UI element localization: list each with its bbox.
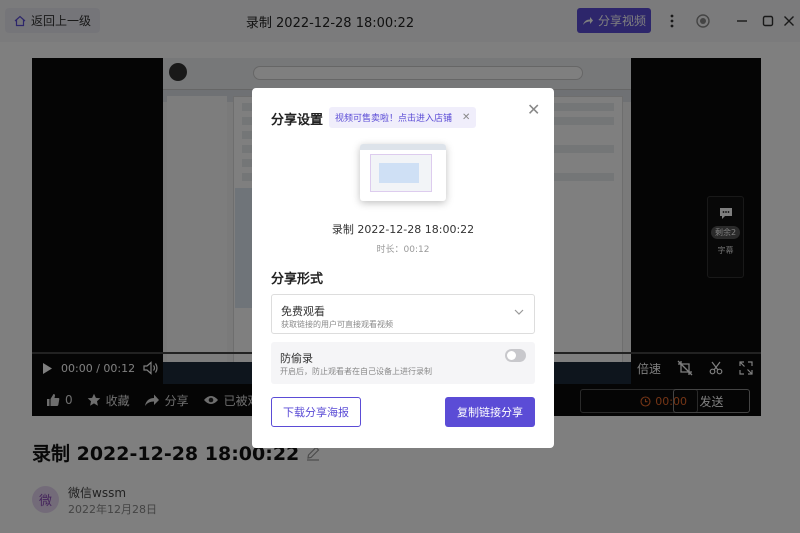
share-form-title: 分享形式 (271, 272, 324, 287)
video-thumbnail (360, 144, 446, 201)
download-poster-button[interactable]: 下载分享海报 (271, 397, 361, 427)
share-mode-select[interactable]: 免费观看 获取链接的用户可直接观看视频 (271, 294, 535, 334)
anti-record-label: 防偷录 (280, 352, 313, 365)
promo-text[interactable]: 视频可售卖啦！点击进入店铺 (335, 111, 452, 124)
dialog-title: 分享设置 (271, 113, 324, 128)
chevron-down-icon (514, 309, 524, 315)
duration: 时长：00:12 (376, 245, 430, 255)
promo-banner[interactable]: 视频可售卖啦！点击进入店铺 ✕ (329, 107, 477, 128)
share-mode-desc: 获取链接的用户可直接观看视频 (281, 320, 393, 329)
anti-record-desc: 开启后，防止观看者在自己设备上进行录制 (280, 367, 432, 376)
recording-name: 录制 2022-12-28 18:00:22 (331, 223, 475, 236)
share-settings-dialog: 分享设置 视频可售卖啦！点击进入店铺 ✕ ✕ 录制 2022-12-28 18:… (252, 88, 554, 448)
share-mode-value: 免费观看 (281, 305, 325, 318)
close-icon[interactable]: ✕ (527, 100, 540, 119)
promo-close-icon[interactable]: ✕ (462, 112, 470, 123)
anti-record-toggle[interactable] (505, 349, 526, 362)
anti-record-setting: 防偷录 开启后，防止观看者在自己设备上进行录制 (271, 342, 535, 384)
copy-link-button[interactable]: 复制链接分享 (445, 397, 535, 427)
